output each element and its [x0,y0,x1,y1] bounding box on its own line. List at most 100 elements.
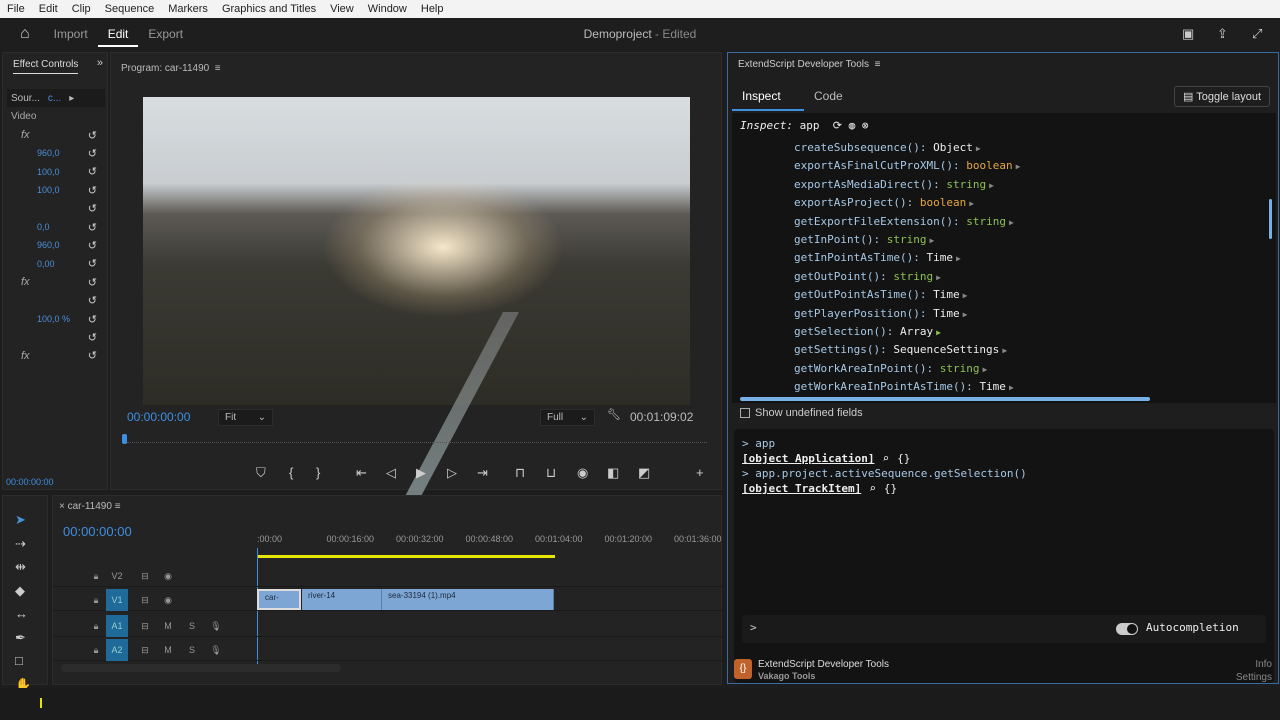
menu-edit[interactable]: Edit [32,3,65,15]
playhead-handle[interactable] [122,434,127,444]
show-undefined-checkbox[interactable] [740,408,750,418]
json-icon[interactable]: {} [897,452,910,465]
member-row[interactable]: exportAsMediaDirect(): string ▶ [794,178,994,191]
reset-icon[interactable]: ↺ [88,165,97,178]
selection-tool-icon[interactable]: ➤ [15,512,26,528]
expand-arrow-icon[interactable]: ▶ [976,144,981,153]
reset-icon[interactable]: ↺ [88,221,97,234]
video-preview[interactable] [143,97,690,502]
eye-icon[interactable]: ◉ [157,565,179,587]
reset-icon[interactable]: ↺ [88,294,97,307]
timeline-timecode[interactable]: 00:00:00:00 [63,524,132,539]
menu-sequence[interactable]: Sequence [98,3,162,15]
pen-icon[interactable]: ✒ [15,630,26,646]
expand-arrow-icon[interactable]: ▶ [982,365,987,374]
expand-arrow-icon[interactable]: ▶ [1009,383,1014,392]
timeline-clip[interactable]: river-14 [302,588,382,610]
sequence-tab[interactable]: car-11490 [68,501,112,512]
effect-property-row[interactable]: 100,0 % ↺ [11,311,101,327]
member-row[interactable]: getSelection(): Array ▶ [794,325,941,338]
member-row[interactable]: getPlayerPosition(): Time ▶ [794,307,967,320]
mark-out-icon[interactable]: } [316,465,320,480]
console-input[interactable]: > Autocompletion [742,615,1266,643]
expand-arrow-icon[interactable]: ▶ [1002,346,1007,355]
property-value[interactable]: 960,0 [37,240,60,250]
reset-icon[interactable]: ↺ [88,202,97,215]
quality-dropdown[interactable]: Full ⌄ [540,409,595,426]
fit-dropdown[interactable]: Fit ⌄ [218,409,273,426]
property-value[interactable]: 100,0 [37,185,60,195]
effect-property-row[interactable]: 0,0 ↺ [11,219,101,235]
track-name[interactable]: V1 [106,588,128,611]
expand-arrow-icon[interactable]: ▶ [956,254,961,263]
slip-icon[interactable]: ↔ [15,606,28,621]
program-timecode[interactable]: 00:00:00:00 [127,410,190,424]
expand-arrow-icon[interactable]: ▶ [936,328,941,337]
effect-property-row[interactable]: 100,0 ↺ [11,182,101,198]
console-result[interactable]: [object Application] [742,452,874,465]
fx-label[interactable]: fx [21,276,30,288]
member-row[interactable]: getWorkAreaInPointAsTime(): Time ▶ [794,380,1014,393]
refresh-icon[interactable]: ⟳ [833,119,842,132]
property-value[interactable]: 960,0 [37,148,60,158]
member-row[interactable]: exportAsProject(): boolean ▶ [794,196,974,209]
member-row[interactable]: getInPointAsTime(): Time ▶ [794,251,961,264]
info-link[interactable]: Info [1255,659,1272,670]
work-area-bar[interactable] [257,555,555,558]
effect-timecode[interactable]: 00:00:00:00 [6,477,54,487]
mic-icon[interactable]: 🎙︎ [205,639,227,661]
wrench-icon[interactable]: 🔧︎ [607,408,621,421]
sync-icon[interactable]: ⊟ [134,639,156,661]
reset-icon[interactable]: ↺ [88,147,97,160]
effect-property-row[interactable]: 0,00 ↺ [11,256,101,272]
effect-property-row[interactable]: fx ↺ [11,274,101,290]
expand-arrow-icon[interactable]: ▶ [936,273,941,282]
lock-icon[interactable]: 🔒︎ [85,615,107,637]
toggle-layout-button[interactable]: ▤ Toggle layout [1174,86,1271,107]
lock-icon[interactable]: 🔒︎ [85,565,107,587]
member-row[interactable]: getExportFileExtension(): string ▶ [794,215,1014,228]
property-value[interactable]: 0,00 [37,259,55,269]
step-back-icon[interactable]: ◁ [386,465,396,481]
reset-icon[interactable]: ↺ [88,184,97,197]
effect-property-row[interactable]: ↺ [11,201,101,217]
fx-label[interactable]: fx [21,350,30,362]
rectangle-icon[interactable]: □ [15,653,23,668]
inspect-vertical-scrollbar[interactable] [1269,199,1272,239]
expand-arrow-icon[interactable]: ▶ [989,181,994,190]
search-icon[interactable]: ⌕ [882,452,889,465]
effect-property-row[interactable]: ↺ [11,329,101,345]
timeline-zoom-scrollbar[interactable] [61,664,341,672]
json-icon[interactable]: {} [884,482,897,495]
tab-inspect[interactable]: Inspect [732,85,804,111]
lift-icon[interactable]: ⊓ [515,465,525,481]
proxy-icon[interactable]: ◩ [638,465,650,481]
expand-arrow-icon[interactable]: ▶ [1016,162,1021,171]
reset-icon[interactable]: ↺ [88,129,97,142]
reset-icon[interactable]: ↺ [88,276,97,289]
expand-arrow-icon[interactable]: ▶ [963,291,968,300]
source-dropdown[interactable]: Sour... [11,93,40,104]
panel-menu-icon[interactable]: ≡ [875,59,881,70]
expand-arrow-icon[interactable]: ▶ [969,199,974,208]
export-frame-icon[interactable]: ◉ [577,465,588,481]
inspect-horizontal-scrollbar[interactable] [740,397,1150,401]
timeline-clip[interactable]: sea-33194 (1).mp4 [382,588,554,610]
menu-file[interactable]: File [0,3,32,15]
expand-arrow-icon[interactable]: ▶ [963,310,968,319]
property-value[interactable]: 100,0 % [37,314,70,324]
expand-arrow-icon[interactable]: ▶ [929,236,934,245]
play-icon[interactable]: ▶ [416,465,426,481]
menu-help[interactable]: Help [414,3,451,15]
sync-icon[interactable]: ⊟ [134,615,156,637]
member-row[interactable]: getOutPoint(): string ▶ [794,270,941,283]
tab-effect-controls[interactable]: Effect Controls [13,59,79,74]
ripple-edit-icon[interactable]: ⇹ [15,559,26,575]
lock-icon[interactable]: 🔒︎ [85,589,107,611]
effect-property-row[interactable]: fx ↺ [11,348,101,364]
reset-icon[interactable]: ↺ [88,239,97,252]
track-select-icon[interactable]: ⇢ [15,536,26,552]
property-value[interactable]: 0,0 [37,222,50,232]
timeline-clip[interactable]: car- [257,588,301,610]
solo-button[interactable]: S [181,639,203,661]
